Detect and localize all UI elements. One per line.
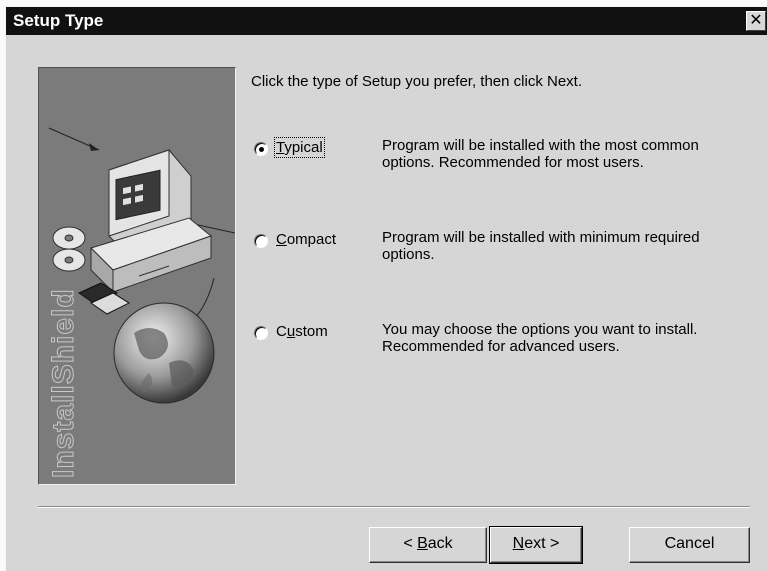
back-button[interactable]: < Back	[369, 527, 487, 563]
close-button[interactable]: ✕	[746, 11, 766, 31]
title-bar[interactable]: Setup Type ✕	[6, 7, 767, 35]
computer-icon	[90, 149, 213, 294]
next-button[interactable]: Next >	[489, 526, 583, 564]
custom-label[interactable]: Custom	[276, 323, 328, 340]
cd-icons	[52, 226, 86, 272]
typical-label[interactable]: Typical	[274, 137, 325, 158]
setup-type-dialog: Setup Type ✕ InstallShield Click the typ…	[5, 6, 767, 571]
compact-description: Program will be installed with minimum r…	[382, 229, 700, 263]
compact-label[interactable]: Compact	[276, 231, 336, 248]
installshield-banner: InstallShield	[38, 67, 236, 485]
instruction-text: Click the type of Setup you prefer, then…	[251, 73, 582, 90]
window-title: Setup Type	[13, 11, 104, 30]
globe-icon	[113, 302, 215, 404]
radio-selected-dot	[259, 147, 264, 152]
typical-description: Program will be installed with the most …	[382, 137, 699, 171]
brand-text: InstallShield	[47, 288, 80, 478]
custom-description: You may choose the options you want to i…	[382, 321, 698, 355]
typical-radio[interactable]	[254, 142, 268, 156]
compact-radio[interactable]	[254, 234, 268, 248]
custom-radio[interactable]	[254, 326, 268, 340]
close-icon: ✕	[749, 12, 763, 29]
cancel-button[interactable]: Cancel	[629, 527, 750, 563]
button-separator	[38, 506, 750, 508]
setup-illustration: InstallShield	[47, 127, 235, 479]
